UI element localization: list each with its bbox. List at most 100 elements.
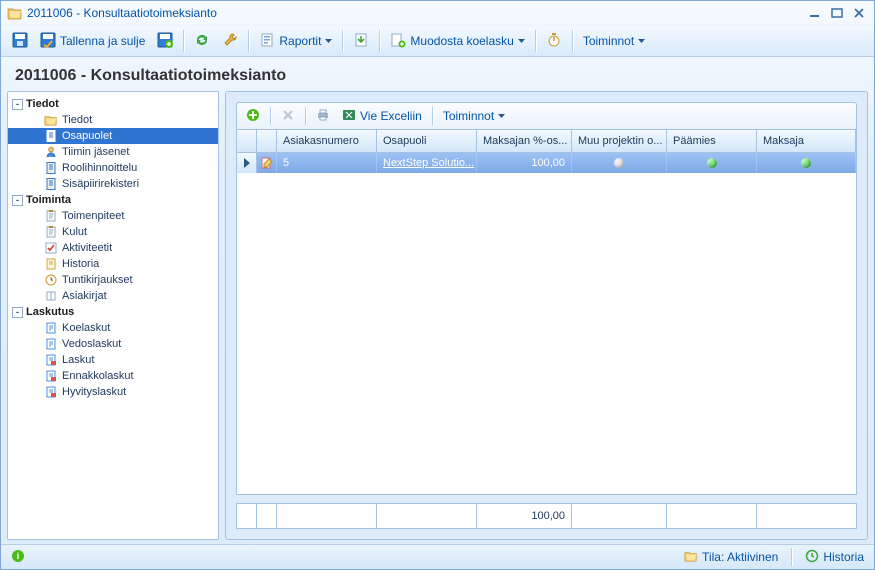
row-icon-header[interactable] (257, 130, 277, 152)
save-and-close-button[interactable]: Tallenna ja sulje (35, 29, 150, 53)
separator (572, 30, 573, 52)
cell-maksajan-pct[interactable]: 100,00 (477, 153, 572, 173)
navigation-tree[interactable]: -TiedotTiedotOsapuoletTiimin jäsenet Rool… (7, 91, 219, 540)
folder-open-icon (684, 549, 698, 566)
cell-asiakasnumero[interactable]: 5 (277, 153, 377, 173)
doc-icon (44, 129, 58, 143)
col-osapuoli[interactable]: Osapuoli (377, 130, 477, 152)
collapse-icon[interactable]: - (12, 195, 23, 206)
refresh-button[interactable] (189, 29, 215, 53)
invoice-red-icon (44, 385, 58, 399)
invoice-icon (44, 321, 58, 335)
folder-open-icon (44, 113, 58, 127)
col-maksajan-pct[interactable]: Maksajan %-os... (477, 130, 572, 152)
clipboard-icon (44, 209, 58, 223)
tree-group-tiedot[interactable]: -Tiedot (8, 96, 218, 112)
tree-item-label: Roolihinnoittelu (62, 162, 137, 174)
tree-item-vedoslaskut[interactable]: Vedoslaskut (8, 336, 218, 352)
invoice-icon (44, 337, 58, 351)
separator (183, 30, 184, 52)
status-indicator[interactable]: Tila: Aktiivinen (680, 547, 782, 567)
tree-item-sisapiirirekisteri[interactable]: Sisäpiirirekisteri (8, 176, 218, 192)
test-invoice-icon (390, 32, 406, 51)
add-row-button[interactable] (241, 105, 265, 127)
table-row[interactable]: 5NextStep Solutio...100,00 (237, 153, 856, 173)
create-test-invoice-button[interactable]: Muodosta koelasku (385, 29, 529, 53)
tree-item-roolihinnoittelu[interactable]: Roolihinnoittelu (8, 160, 218, 176)
col-asiakasnumero[interactable]: Asiakasnumero (277, 130, 377, 152)
reports-label: Raportit (279, 34, 321, 48)
collapse-icon[interactable]: - (12, 307, 23, 318)
summary-maksajan-pct: 100,00 (477, 504, 572, 528)
tree-group-toiminta[interactable]: -Toiminta (8, 192, 218, 208)
grid-actions-button[interactable]: Toiminnot (438, 105, 510, 127)
cell-paamies[interactable] (667, 153, 757, 173)
collapse-icon[interactable]: - (12, 99, 23, 110)
col-paamies[interactable]: Päämies (667, 130, 757, 152)
tree-group-label: Laskutus (26, 306, 74, 318)
close-button[interactable] (850, 6, 868, 20)
check-icon (44, 241, 58, 255)
parties-grid[interactable]: Asiakasnumero Osapuoli Maksajan %-os... … (236, 130, 857, 495)
separator (248, 30, 249, 52)
clipboard-icon (44, 225, 58, 239)
settings-button[interactable] (217, 29, 243, 53)
info-button[interactable]: i (7, 547, 29, 567)
svg-text:i: i (17, 551, 20, 561)
separator (305, 107, 306, 125)
tree-item-toimenpiteet[interactable]: Toimenpiteet (8, 208, 218, 224)
grid-actions-label: Toiminnot (443, 109, 494, 123)
cell-osapuoli[interactable]: NextStep Solutio... (377, 153, 477, 173)
export-excel-button[interactable]: Vie Exceliin (337, 105, 427, 127)
save-button[interactable] (7, 29, 33, 53)
cell-maksaja[interactable] (757, 153, 856, 173)
row-marker[interactable] (237, 153, 257, 173)
refresh-icon (194, 32, 210, 51)
invoice-red-icon (44, 369, 58, 383)
actions-button[interactable]: Toiminnot (578, 29, 650, 53)
export-button[interactable] (348, 29, 374, 53)
invoice-red-icon (44, 353, 58, 367)
export-icon (353, 32, 369, 51)
tree-item-tiedot_item[interactable]: Tiedot (8, 112, 218, 128)
tree-item-tiimin_jasenet[interactable]: Tiimin jäsenet (8, 144, 218, 160)
tree-item-hyvityslaskut[interactable]: Hyvityslaskut (8, 384, 218, 400)
tree-item-label: Vedoslaskut (62, 338, 121, 350)
tree-group-laskutus[interactable]: -Laskutus (8, 304, 218, 320)
grid-body[interactable]: 5NextStep Solutio...100,00 (237, 153, 856, 494)
col-muu-projektin[interactable]: Muu projektin o... (572, 130, 667, 152)
history-button[interactable]: Historia (801, 547, 868, 567)
separator (432, 107, 433, 125)
tree-item-tuntikirjaukset[interactable]: Tuntikirjaukset (8, 272, 218, 288)
edit-row-icon[interactable] (257, 153, 277, 173)
tree-item-ennakkolaskut[interactable]: Ennakkolaskut (8, 368, 218, 384)
timer-button[interactable] (541, 29, 567, 53)
tree-item-label: Koelaskut (62, 322, 110, 334)
chevron-down-icon (518, 34, 525, 48)
maximize-button[interactable] (828, 6, 846, 20)
content-panel: Vie Exceliin Toiminnot Asiakasnumero Osa… (225, 91, 868, 540)
tree-item-historia[interactable]: Historia (8, 256, 218, 272)
print-button[interactable] (311, 105, 335, 127)
body: -TiedotTiedotOsapuoletTiimin jäsenet Rool… (1, 91, 874, 544)
tree-item-kulut[interactable]: Kulut (8, 224, 218, 240)
grid-toolbar: Vie Exceliin Toiminnot (236, 102, 857, 130)
tree-item-laskut[interactable]: Laskut (8, 352, 218, 368)
tree-item-osapuolet[interactable]: Osapuolet (8, 128, 218, 144)
reports-button[interactable]: Raportit (254, 29, 337, 53)
report-icon (259, 32, 275, 51)
save-new-button[interactable] (152, 29, 178, 53)
tree-item-aktiviteetit[interactable]: Aktiviteetit (8, 240, 218, 256)
tree-item-label: Asiakirjat (62, 290, 107, 302)
clock-icon (44, 273, 58, 287)
delete-row-button[interactable] (276, 105, 300, 127)
tree-item-koelaskut[interactable]: Koelaskut (8, 320, 218, 336)
row-marker-header[interactable] (237, 130, 257, 152)
cell-muu-projektin[interactable] (572, 153, 667, 173)
actions-label: Toiminnot (583, 34, 634, 48)
tree-item-asiakirjat[interactable]: Asiakirjat (8, 288, 218, 304)
chevron-down-icon (638, 34, 645, 48)
minimize-button[interactable] (806, 6, 824, 20)
col-maksaja[interactable]: Maksaja (757, 130, 856, 152)
save-new-icon (157, 32, 173, 51)
